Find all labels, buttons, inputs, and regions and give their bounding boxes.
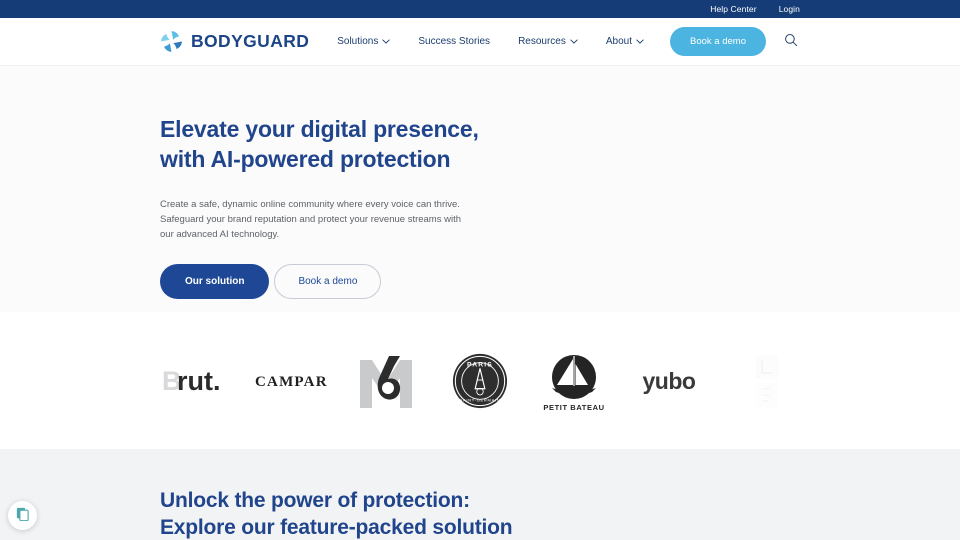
client-logo-campari: CAMPARI — [244, 312, 338, 449]
nav-item-resources[interactable]: Resources — [504, 36, 592, 47]
page-root: Help Center Login BODYGUARD Solutions Su… — [0, 0, 960, 540]
brut-logo-icon: B rut. — [162, 366, 221, 396]
hero-title: Elevate your digital presence, with AI-p… — [160, 116, 479, 173]
header-book-demo-button[interactable]: Book a demo — [670, 27, 766, 56]
client-logo-petit-bateau: PETIT BATEAU — [527, 312, 621, 449]
yubo-logo-icon: yubo — [641, 367, 696, 395]
login-link[interactable]: Login — [779, 4, 800, 14]
search-button[interactable] — [782, 33, 800, 51]
brand-name: BODYGUARD — [191, 31, 310, 51]
nav-label-success-stories: Success Stories — [418, 36, 491, 47]
nav-label-about: About — [605, 36, 633, 47]
svg-text:yubo: yubo — [642, 368, 695, 394]
nav-label-solutions: Solutions — [337, 36, 379, 47]
features-intro-title: Unlock the power of protection: Explore … — [160, 489, 513, 540]
nav-item-success-stories[interactable]: Success Stories — [404, 36, 504, 47]
hero-subtitle: Create a safe, dynamic online community … — [160, 198, 462, 240]
chevron-down-icon — [382, 39, 390, 44]
petit-bateau-logo-icon: PETIT BATEAU — [544, 354, 605, 412]
our-solution-button[interactable]: Our solution — [160, 263, 270, 299]
svg-text:PETIT BATEAU: PETIT BATEAU — [544, 403, 605, 412]
m6-logo-icon — [359, 355, 412, 408]
document-widget-button[interactable] — [8, 501, 37, 530]
svg-text:SAINT-GERMAIN: SAINT-GERMAIN — [460, 397, 501, 402]
client-logo-m6 — [339, 312, 433, 449]
brand-logo[interactable]: BODYGUARD — [160, 30, 309, 53]
nav-item-solutions[interactable]: Solutions — [323, 36, 404, 47]
primary-nav: Solutions Success Stories Resources Abou… — [323, 27, 800, 56]
client-logo-psg: PARIS SAINT-GERMAIN — [433, 312, 527, 449]
hero-book-demo-button[interactable]: Book a demo — [274, 263, 382, 299]
main-header: BODYGUARD Solutions Success Stories Reso… — [0, 18, 960, 66]
svg-text:CAMPARI: CAMPARI — [255, 374, 328, 390]
client-logo-partial — [716, 312, 810, 449]
bodyguard-mark-icon — [160, 30, 183, 53]
partial-logo-icon — [755, 354, 778, 407]
document-copy-icon — [15, 506, 30, 526]
paris-saint-germain-logo-icon: PARIS SAINT-GERMAIN — [452, 353, 508, 408]
chevron-down-icon — [636, 39, 644, 44]
nav-label-resources: Resources — [518, 36, 566, 47]
campari-logo-icon: CAMPARI — [255, 374, 328, 390]
hero-section: Elevate your digital presence, with AI-p… — [0, 66, 960, 312]
svg-text:rut.: rut. — [177, 366, 221, 396]
features-intro-section: Unlock the power of protection: Explore … — [0, 449, 960, 540]
client-logo-yubo: yubo — [621, 312, 715, 449]
utility-topbar: Help Center Login — [0, 0, 960, 18]
nav-item-about[interactable]: About — [592, 36, 658, 47]
client-logos-carousel[interactable]: B rut. CAMPARI PARIS SAINT-GERMAIN PETIT… — [0, 312, 960, 449]
svg-text:PARIS: PARIS — [467, 361, 493, 368]
hero-actions: Our solution Book a demo — [160, 263, 800, 299]
chevron-down-icon — [570, 39, 578, 44]
search-icon — [784, 33, 798, 50]
client-logo-brut: B rut. — [150, 312, 244, 449]
client-logos-section: B rut. CAMPARI PARIS SAINT-GERMAIN PETIT… — [0, 312, 960, 449]
help-center-link[interactable]: Help Center — [710, 4, 756, 14]
